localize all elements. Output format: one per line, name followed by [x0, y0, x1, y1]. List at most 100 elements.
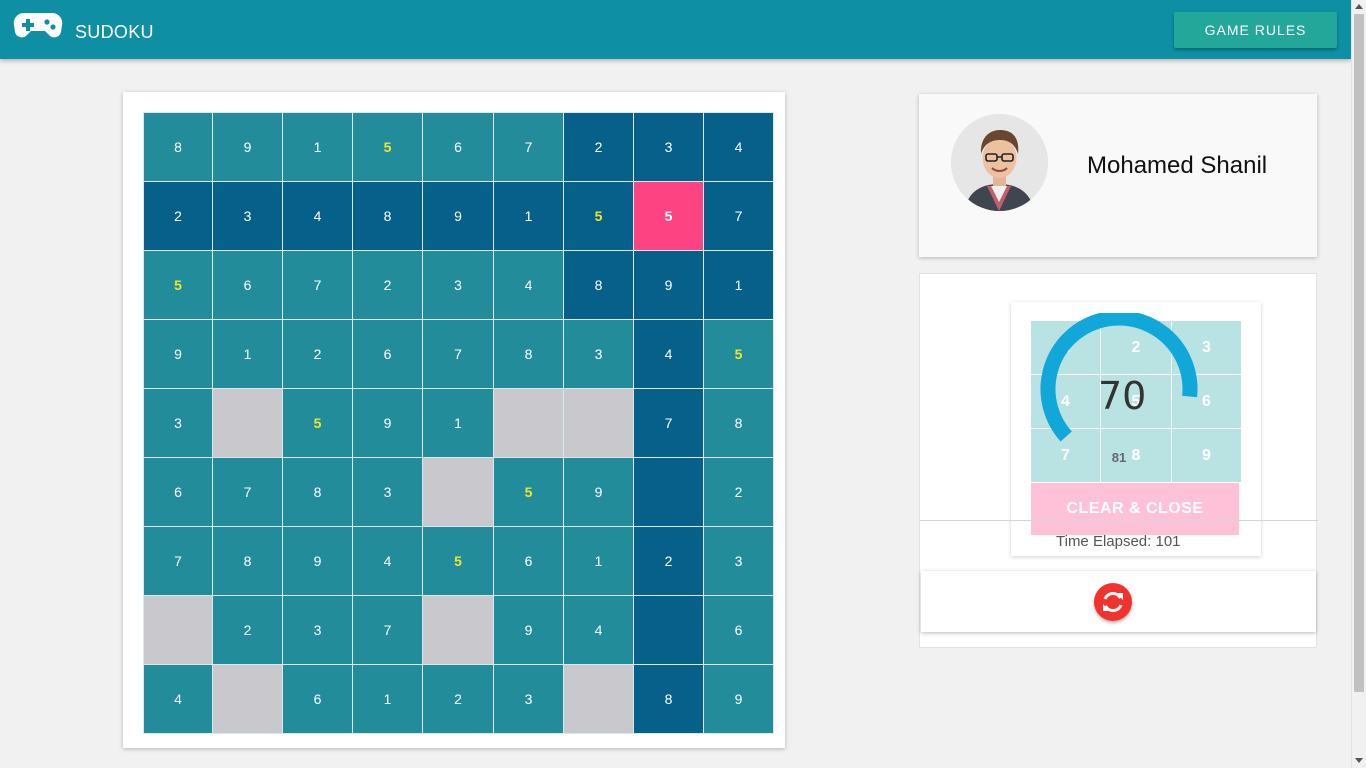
board-cell-r3c9[interactable]: 1	[704, 251, 773, 319]
board-cell-r4c1[interactable]: 9	[144, 320, 212, 388]
board-cell-r7c4[interactable]: 4	[353, 527, 422, 595]
clear-close-button[interactable]: CLEAR & CLOSE	[1031, 483, 1239, 535]
board-cell-r7c8[interactable]: 2	[634, 527, 703, 595]
board-cell-r2c9[interactable]: 7	[704, 182, 773, 250]
board-cell-r2c2[interactable]: 3	[213, 182, 282, 250]
board-cell-r9c5[interactable]: 2	[423, 665, 493, 733]
board-cell-r9c8[interactable]: 8	[634, 665, 703, 733]
board-cell-r7c9[interactable]: 3	[704, 527, 773, 595]
scroll-down-arrow-icon[interactable]	[1355, 758, 1363, 763]
board-cell-r4c9[interactable]: 5	[704, 320, 773, 388]
board-cell-r4c2[interactable]: 1	[213, 320, 282, 388]
number-option-5[interactable]: 5	[1101, 375, 1171, 428]
board-cell-r8c2[interactable]: 2	[213, 596, 282, 664]
board-cell-r3c7[interactable]: 8	[564, 251, 633, 319]
board-cell-r4c7[interactable]: 3	[564, 320, 633, 388]
board-cell-r5c1[interactable]: 3	[144, 389, 212, 457]
board-cell-r2c1[interactable]: 2	[144, 182, 212, 250]
board-cell-r1c2[interactable]: 9	[213, 113, 282, 181]
number-option-7[interactable]: 7	[1031, 429, 1100, 482]
number-option-2[interactable]: 2	[1101, 321, 1171, 374]
board-cell-r2c6[interactable]: 1	[494, 182, 563, 250]
board-cell-r6c3[interactable]: 8	[283, 458, 352, 526]
board-cell-r3c2[interactable]: 6	[213, 251, 282, 319]
number-option-6[interactable]: 6	[1172, 375, 1241, 428]
board-cell-r5c8[interactable]: 7	[634, 389, 703, 457]
board-cell-r5c4[interactable]: 9	[353, 389, 422, 457]
board-cell-r5c6[interactable]	[494, 389, 563, 457]
board-cell-r4c6[interactable]: 8	[494, 320, 563, 388]
board-cell-r7c7[interactable]: 1	[564, 527, 633, 595]
number-option-3[interactable]: 3	[1172, 321, 1241, 374]
board-cell-r4c8[interactable]: 4	[634, 320, 703, 388]
board-cell-r5c2[interactable]	[213, 389, 282, 457]
board-cell-r5c7[interactable]	[564, 389, 633, 457]
board-cell-r2c4[interactable]: 8	[353, 182, 422, 250]
board-cell-r6c4[interactable]: 3	[353, 458, 422, 526]
board-cell-r2c7[interactable]: 5	[564, 182, 633, 250]
board-cell-r7c5[interactable]: 5	[423, 527, 493, 595]
board-cell-r7c1[interactable]: 7	[144, 527, 212, 595]
board-cell-r9c3[interactable]: 6	[283, 665, 352, 733]
board-cell-r9c4[interactable]: 1	[353, 665, 422, 733]
board-cell-r2c3[interactable]: 4	[283, 182, 352, 250]
board-cell-r1c3[interactable]: 1	[283, 113, 352, 181]
number-option-9[interactable]: 9	[1172, 429, 1241, 482]
board-cell-r1c9[interactable]: 4	[704, 113, 773, 181]
board-cell-r1c5[interactable]: 6	[423, 113, 493, 181]
page-scrollbar[interactable]	[1351, 0, 1366, 768]
board-cell-r2c5[interactable]: 9	[423, 182, 493, 250]
board-cell-r8c1[interactable]	[144, 596, 212, 664]
sudoku-board: 8915672342348915575672348919126783453591…	[143, 112, 774, 734]
board-cell-r7c6[interactable]: 6	[494, 527, 563, 595]
board-cell-r6c7[interactable]: 9	[564, 458, 633, 526]
board-cell-r1c1[interactable]: 8	[144, 113, 212, 181]
app-title: SUDOKU	[75, 22, 154, 42]
board-cell-r6c8[interactable]	[634, 458, 703, 526]
board-cell-r5c9[interactable]: 8	[704, 389, 773, 457]
board-cell-r2c8[interactable]: 5	[634, 182, 703, 250]
board-cell-r4c3[interactable]: 2	[283, 320, 352, 388]
board-cell-r3c4[interactable]: 2	[353, 251, 422, 319]
board-cell-r6c5[interactable]	[423, 458, 493, 526]
board-cell-r9c7[interactable]	[564, 665, 633, 733]
board-cell-r5c5[interactable]: 1	[423, 389, 493, 457]
board-cell-r5c3[interactable]: 5	[283, 389, 352, 457]
board-cell-r8c5[interactable]	[423, 596, 493, 664]
board-cell-r6c1[interactable]: 6	[144, 458, 212, 526]
board-cell-r7c2[interactable]: 8	[213, 527, 282, 595]
number-option-4[interactable]: 4	[1031, 375, 1100, 428]
board-cell-r4c4[interactable]: 6	[353, 320, 422, 388]
board-cell-r9c2[interactable]	[213, 665, 282, 733]
board-cell-r3c1[interactable]: 5	[144, 251, 212, 319]
board-cell-r1c4[interactable]: 5	[353, 113, 422, 181]
board-cell-r3c5[interactable]: 3	[423, 251, 493, 319]
board-cell-r8c9[interactable]: 6	[704, 596, 773, 664]
board-cell-r1c8[interactable]: 3	[634, 113, 703, 181]
board-cell-r6c2[interactable]: 7	[213, 458, 282, 526]
board-cell-r6c9[interactable]: 2	[704, 458, 773, 526]
board-cell-r9c9[interactable]: 9	[704, 665, 773, 733]
time-elapsed: Time Elapsed: 101	[1056, 533, 1181, 550]
board-cell-r8c4[interactable]: 7	[353, 596, 422, 664]
board-cell-r3c6[interactable]: 4	[494, 251, 563, 319]
refresh-button[interactable]	[1094, 583, 1132, 621]
number-option-8[interactable]: 8	[1101, 429, 1171, 482]
board-cell-r7c3[interactable]: 9	[283, 527, 352, 595]
board-cell-r8c8[interactable]	[634, 596, 703, 664]
board-cell-r1c7[interactable]: 2	[564, 113, 633, 181]
scroll-up-arrow-icon[interactable]	[1355, 4, 1363, 9]
scrollbar-thumb[interactable]	[1354, 14, 1364, 692]
board-cell-r4c5[interactable]: 7	[423, 320, 493, 388]
board-cell-r3c3[interactable]: 7	[283, 251, 352, 319]
board-cell-r1c6[interactable]: 7	[494, 113, 563, 181]
board-cell-r9c6[interactable]: 3	[494, 665, 563, 733]
board-cell-r3c8[interactable]: 9	[634, 251, 703, 319]
board-cell-r8c6[interactable]: 9	[494, 596, 563, 664]
game-rules-button[interactable]: GAME RULES	[1174, 12, 1337, 48]
board-cell-r8c3[interactable]: 3	[283, 596, 352, 664]
board-cell-r9c1[interactable]: 4	[144, 665, 212, 733]
board-cell-r6c6[interactable]: 5	[494, 458, 563, 526]
number-option-1[interactable]: 1	[1031, 321, 1100, 374]
board-cell-r8c7[interactable]: 4	[564, 596, 633, 664]
